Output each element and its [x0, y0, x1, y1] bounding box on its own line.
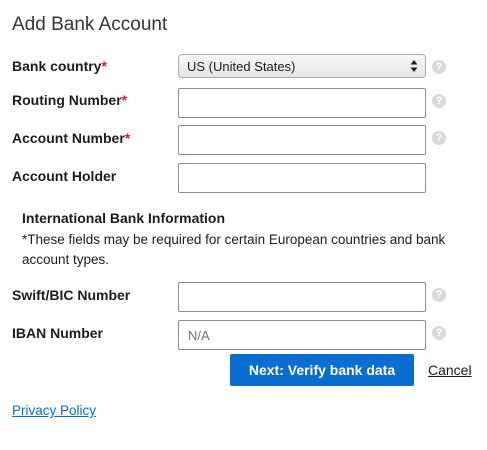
routing-number-label-text: Routing Number: [12, 92, 122, 108]
bank-country-select[interactable]: US (United States): [178, 54, 426, 78]
privacy-policy-link[interactable]: Privacy Policy: [12, 403, 96, 418]
page-title: Add Bank Account: [12, 14, 168, 35]
bank-country-selected-value: US (United States): [187, 58, 296, 74]
iban-input[interactable]: [178, 320, 426, 350]
international-note: *These fields may be required for certai…: [22, 232, 446, 267]
required-mark: *: [101, 58, 107, 74]
required-mark: *: [121, 92, 128, 108]
select-arrows-icon: [410, 57, 418, 75]
routing-number-input[interactable]: [178, 88, 426, 118]
required-mark: *: [124, 130, 131, 146]
bank-country-label: Bank country*: [12, 58, 107, 74]
account-number-label-text: Account Number: [12, 130, 125, 146]
bank-country-label-text: Bank country: [12, 58, 102, 74]
help-icon[interactable]: ?: [432, 131, 446, 145]
help-icon[interactable]: ?: [432, 288, 446, 302]
account-holder-input[interactable]: [178, 163, 426, 193]
routing-number-label: Routing Number*: [12, 92, 127, 108]
iban-label: IBAN Number: [12, 325, 104, 341]
next-verify-button[interactable]: Next: Verify bank data: [230, 354, 414, 386]
help-icon[interactable]: ?: [432, 94, 446, 108]
account-number-input[interactable]: [178, 125, 426, 155]
cancel-link[interactable]: Cancel: [428, 362, 472, 378]
help-icon[interactable]: ?: [432, 60, 446, 74]
international-heading: International Bank Information: [22, 210, 226, 226]
account-number-label: Account Number*: [12, 130, 130, 146]
help-icon[interactable]: ?: [432, 326, 446, 340]
swift-bic-label: Swift/BIC Number: [12, 287, 131, 303]
account-holder-label: Account Holder: [12, 168, 117, 184]
swift-bic-input[interactable]: [178, 282, 426, 312]
